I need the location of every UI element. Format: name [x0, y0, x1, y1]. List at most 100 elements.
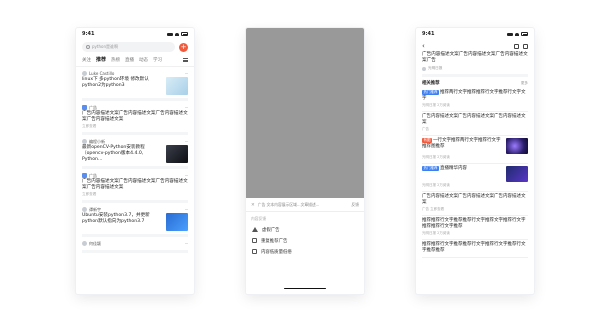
back-icon[interactable]: ‹: [422, 42, 425, 50]
option-low-quality[interactable]: 内容低质量低俗: [246, 246, 364, 257]
search-row: python是谁啊 +: [76, 40, 194, 54]
tab-follow[interactable]: 关注: [82, 57, 91, 63]
card-meta[interactable]: 立即查看: [82, 192, 188, 197]
card-title: linux下 多python环境 修改默认python2为python3: [82, 77, 149, 88]
close-icon[interactable]: ✕: [251, 203, 255, 208]
related-meta: 光明日报 2万阅读: [422, 183, 450, 187]
avatar: [82, 207, 87, 212]
card-body: 广告内容描述文案广告内容描述文案广告内容描述文案广告内容描述文案: [82, 111, 188, 123]
card-author: 谭新宇 ···: [82, 206, 189, 213]
article-title: 广告内容描述文案广告内容描述文案广告内容描述文案广告: [422, 52, 528, 63]
option-repeat-ad[interactable]: 重复推荐广告: [246, 235, 364, 246]
related-title: 热门推荐 推荐两行文字推荐推荐行文字推荐行文字文字: [422, 90, 528, 102]
tab-hot[interactable]: 热榜: [111, 57, 120, 63]
nav-bar: ‹: [416, 40, 534, 52]
option-fake-ad[interactable]: 虚假广告: [246, 224, 364, 235]
battery-icon: [521, 32, 528, 36]
related-item[interactable]: 广告内容描述文案广告内容描述文案广告内容描述文案 广告 立即查看: [422, 192, 528, 216]
feedback-screen: ✕ 广告 文本内容展示区域...文章描述... 反馈 内容反馈 虚假广告 重复推…: [246, 28, 364, 294]
related-title: 热门推荐 直播精华内容: [422, 166, 503, 172]
more-icon[interactable]: ···: [185, 105, 189, 111]
sheet-header-action[interactable]: 反馈: [351, 202, 359, 208]
search-placeholder: python是谁啊: [92, 44, 118, 49]
dim-overlay[interactable]: [246, 28, 364, 198]
related-title: 相关推荐: [422, 81, 440, 86]
tab-recommend[interactable]: 推荐: [96, 56, 106, 63]
author-name[interactable]: 编程小新: [89, 139, 105, 145]
author-name[interactable]: 何佳颖: [89, 241, 101, 247]
section-label: 内容反馈: [251, 216, 267, 221]
author-name[interactable]: 广告: [89, 173, 97, 179]
publish-button[interactable]: +: [179, 42, 188, 52]
card-body: 最新openCV-Python安装教程（opencv-python版本4.4.0…: [82, 145, 188, 163]
card-title: Ubuntu安装python3.7，并更新python默认指向为python3.…: [82, 213, 150, 224]
related-text: 广告内容描述文案广告内容描述文案广告内容描述文案: [422, 114, 526, 125]
status-time: 9:41: [82, 31, 95, 37]
option-label: 内容低质量低俗: [261, 249, 292, 255]
more-icon[interactable]: ···: [185, 71, 189, 77]
home-indicator: [284, 287, 326, 289]
related-row: 推荐推荐行文字推荐推荐行文字推荐行文字推荐行文字推荐推荐: [422, 242, 528, 254]
avatar: [82, 139, 87, 144]
comment-icon: [252, 249, 257, 254]
card-thumbnail: [166, 145, 188, 163]
more-icon[interactable]: ···: [185, 241, 189, 247]
signal-icon: [167, 32, 173, 36]
related-meta: 光明日报 2万阅读: [422, 231, 450, 235]
nav-actions: [514, 43, 528, 49]
tab-dynamic[interactable]: 动态: [139, 57, 148, 63]
status-bar: 9:41: [76, 28, 194, 40]
related-text: 推荐推荐行文字推荐推荐行文字推荐行文字推荐行文字推荐推荐: [422, 242, 526, 253]
related-item[interactable]: 推荐推荐行文字推荐推荐行文字推荐行文字推荐行文字推荐推荐: [422, 240, 528, 258]
more-icon[interactable]: ···: [185, 139, 189, 145]
related-item[interactable]: 热门推荐 直播精华内容 光明日报 2万阅读: [422, 164, 528, 192]
status-bar: 9:41: [416, 28, 534, 40]
related-more-link[interactable]: 更多: [521, 81, 528, 86]
channel-menu-icon[interactable]: [183, 57, 188, 62]
tab-study[interactable]: 学习: [153, 57, 162, 63]
card-title: 广告内容描述文案广告内容描述文案广告内容描述文案广告内容描述文案: [82, 179, 188, 190]
feed-card[interactable]: 广告 ··· 广告内容描述文案广告内容描述文案广告内容描述文案广告内容描述文案 立即查…: [82, 101, 189, 135]
avatar: [82, 173, 87, 178]
card-author: 广告 ···: [82, 172, 189, 179]
source-name[interactable]: 光明日报: [428, 66, 442, 71]
signal-icon: [507, 32, 513, 36]
card-body: 广告内容描述文案广告内容描述文案广告内容描述文案广告内容描述文案: [82, 179, 188, 191]
author-name[interactable]: 谭新宇: [89, 207, 101, 213]
related-tag: 热门推荐: [422, 90, 439, 95]
related-thumbnail: [506, 138, 528, 154]
author-name[interactable]: 广告: [89, 105, 97, 111]
related-item[interactable]: 广告内容描述文案广告内容描述文案广告内容描述文案 广告: [422, 112, 528, 136]
related-tag: 有图: [422, 138, 432, 143]
related-item[interactable]: 热门推荐 推荐两行文字推荐推荐行文字推荐行文字文字 光明日报 2万阅读: [422, 88, 528, 112]
battery-icon: [181, 32, 188, 36]
feed-card[interactable]: 编程小新 ··· 最新openCV-Python安装教程（opencv-python…: [82, 135, 189, 169]
related-item[interactable]: 有图 一行文字推荐两行文字推荐行文字推荐图推荐 光明日报 2万阅读: [422, 136, 528, 164]
option-label: 重复推荐广告: [261, 238, 288, 244]
tab-live[interactable]: 直播: [125, 57, 134, 63]
feed-card[interactable]: 谭新宇 ··· Ubuntu安装python3.7，并更新python默认指向为py…: [82, 203, 189, 237]
card-body: linux下 多python环境 修改默认python2为python3: [82, 77, 188, 95]
related-row: 热门推荐 直播精华内容: [422, 166, 528, 182]
related-meta: 广告 立即查看: [422, 207, 445, 211]
related-header: 相关推荐 更多: [422, 74, 528, 88]
sheet-header-text: 广告 文本内容展示区域...文章描述...: [257, 202, 320, 207]
card-meta[interactable]: 立即查看: [82, 124, 188, 129]
related-row: 广告内容描述文案广告内容描述文案广告内容描述文案: [422, 114, 528, 126]
share-icon[interactable]: [523, 43, 528, 49]
search-input[interactable]: python是谁啊: [82, 42, 175, 52]
more-icon[interactable]: ···: [185, 173, 189, 179]
avatar: [82, 105, 87, 110]
feed-card[interactable]: 广告 ··· 广告内容描述文案广告内容描述文案广告内容描述文案广告内容描述文案立即查…: [82, 169, 189, 203]
author-name[interactable]: Luke Castillo: [89, 71, 114, 76]
avatar: [82, 71, 87, 76]
search-icon: [86, 45, 90, 49]
reader-icon[interactable]: [514, 43, 519, 49]
related-row: 热门推荐 推荐两行文字推荐推荐行文字推荐行文字文字: [422, 90, 528, 102]
related-item[interactable]: 推荐推荐行文字推荐推荐行文字推荐文字推荐行文字推荐推荐行文字推荐 光明日报 2万阅…: [422, 216, 528, 240]
more-icon[interactable]: ···: [185, 207, 189, 213]
feed-card[interactable]: 何佳颖 ···: [82, 237, 189, 253]
channel-tabs: 关注 推荐 热榜 直播 动态 学习: [76, 54, 194, 67]
wifi-icon: [515, 32, 519, 36]
feed-card[interactable]: Luke Castillo ··· linux下 多python环境 修改默认pyt…: [82, 67, 189, 101]
